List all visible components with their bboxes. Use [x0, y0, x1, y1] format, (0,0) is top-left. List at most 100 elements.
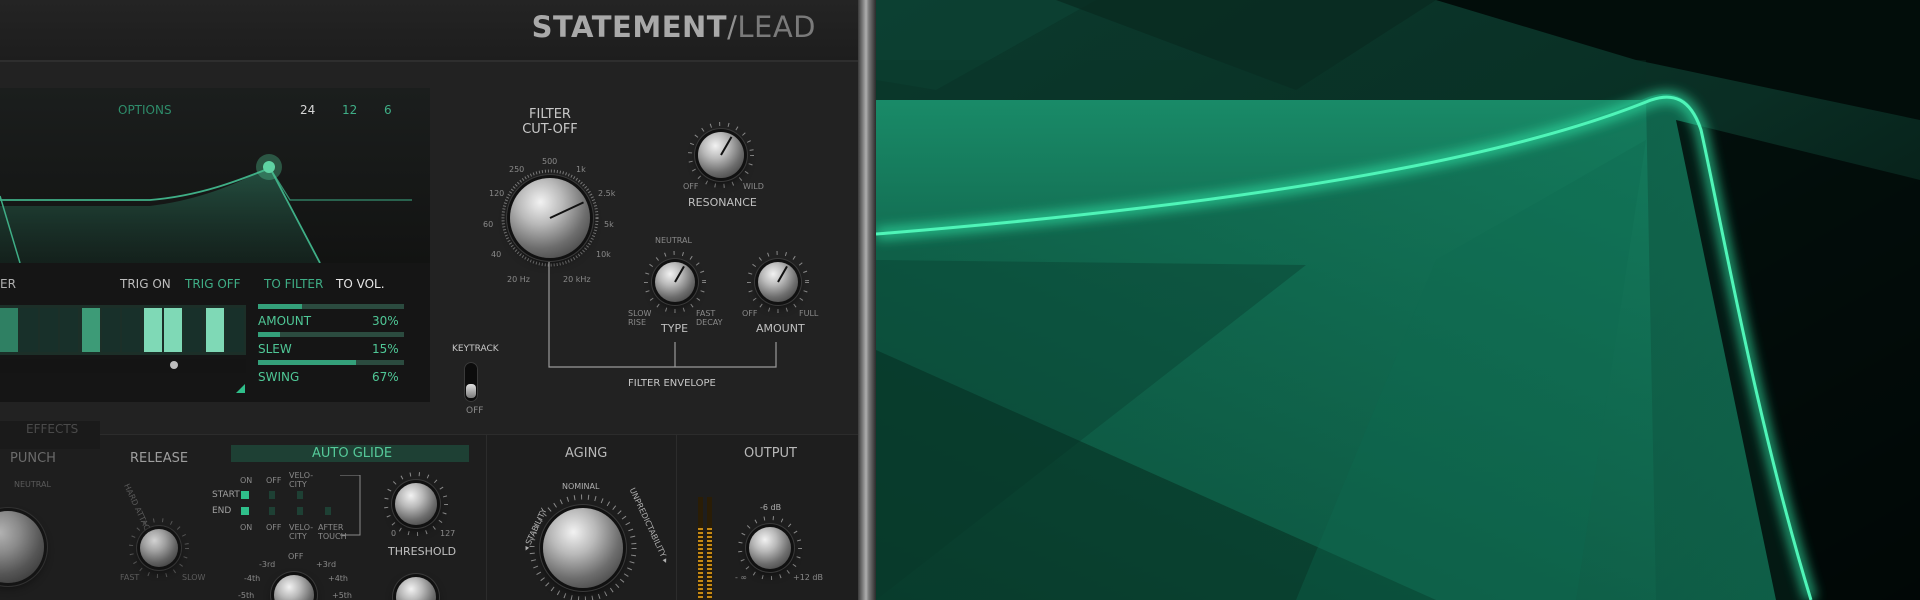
amount-level	[258, 304, 302, 309]
tune-plus4-label: +4th	[328, 574, 348, 583]
tune-plus3-label: +3rd	[316, 560, 337, 569]
cutoff-scale-label: 2.5k	[598, 189, 616, 198]
threshold-knob[interactable]	[395, 483, 437, 525]
brand-product: LEAD	[737, 10, 816, 44]
amount-track[interactable]	[258, 304, 404, 309]
auto-glide-title: AUTO GLIDE	[312, 446, 393, 461]
type-indicator	[674, 265, 686, 283]
glide-end-aftertouch-toggle[interactable]	[325, 507, 331, 515]
plugin-window: STATEMENT/LEAD OPTIONS 24 12 6 ER TRIG O…	[0, 0, 858, 600]
step-bar[interactable]	[144, 308, 162, 352]
tune-plus5-label: +5th	[332, 591, 352, 600]
effects-tab[interactable]: EFFECTS	[26, 422, 78, 436]
glide-on-footer: ON	[240, 523, 253, 532]
amount-indicator	[777, 265, 789, 283]
glide-velocity-footer: VELO-CITY	[289, 523, 314, 541]
panel-divider	[858, 0, 876, 600]
threshold-max-label: 127	[440, 529, 456, 538]
punch-title: PUNCH	[10, 451, 56, 466]
step-bar[interactable]	[226, 308, 244, 352]
type-slow-label: SLOW RISE	[628, 309, 652, 327]
step-bar[interactable]	[20, 308, 38, 352]
swing-label: SWING	[258, 370, 300, 384]
section-divider	[486, 435, 487, 600]
glide-end-off-toggle[interactable]	[269, 507, 275, 515]
rate-24-button[interactable]: 24	[300, 103, 315, 117]
resonance-knob[interactable]	[698, 132, 744, 178]
section-divider	[676, 435, 677, 600]
to-vol-button[interactable]: TO VOL.	[336, 277, 385, 291]
to-filter-button[interactable]: TO FILTER	[264, 277, 323, 291]
slew-track[interactable]	[258, 332, 404, 337]
lfo-graph[interactable]	[0, 88, 430, 264]
keytrack-switch[interactable]	[464, 362, 478, 402]
trig-on-button[interactable]: TRIG ON	[120, 277, 171, 291]
output-meter-right-level	[707, 528, 712, 600]
keytrack-switch-handle[interactable]	[466, 384, 476, 398]
step-sequencer[interactable]	[0, 305, 246, 375]
swing-track[interactable]	[258, 360, 404, 365]
slew-level	[258, 332, 280, 337]
resonance-knob-face	[698, 132, 744, 178]
trig-off-button[interactable]: TRIG OFF	[185, 277, 241, 291]
step-bar[interactable]	[164, 308, 182, 352]
resonance-off-label: OFF	[683, 182, 699, 191]
lfo-handle[interactable]	[263, 161, 275, 173]
release-title: RELEASE	[130, 451, 189, 466]
amount-label: AMOUNT	[258, 314, 312, 328]
lfo-mode-label: ER	[0, 277, 16, 291]
tune-knob[interactable]	[274, 575, 314, 600]
tune-minus5-label: -5th	[238, 591, 255, 600]
resonance-wild-label: WILD	[743, 182, 764, 191]
filter-envelope-label: FILTER ENVELOPE	[628, 378, 716, 389]
rate-12-button[interactable]: 12	[342, 103, 357, 117]
step-bar[interactable]	[40, 308, 58, 352]
cutoff-scale-label: 20 kHz	[563, 275, 591, 284]
aging-knob[interactable]	[543, 508, 623, 588]
cutoff-knob[interactable]	[501, 169, 599, 267]
resize-corner-icon[interactable]	[236, 384, 245, 393]
resonance-indicator	[720, 136, 733, 156]
brand-separator: /	[727, 10, 738, 44]
options-button[interactable]: OPTIONS	[118, 103, 172, 117]
step-bar[interactable]	[122, 308, 140, 352]
step-active-dot[interactable]	[170, 361, 178, 369]
tune-minus3-label: -3rd	[259, 560, 276, 569]
slew-value: 15%	[372, 342, 399, 356]
swing-value: 67%	[372, 370, 399, 384]
glide-end-velocity-toggle[interactable]	[297, 507, 303, 515]
keytrack-state: OFF	[466, 406, 484, 416]
second-knob[interactable]	[396, 577, 436, 600]
glide-start-on-toggle[interactable]	[241, 491, 249, 499]
glide-start-label: START	[212, 490, 240, 500]
envelope-type-knob[interactable]	[655, 262, 695, 302]
envelope-amount-knob[interactable]	[758, 262, 798, 302]
effects-section: EFFECTS PUNCH NEUTRAL HARD ATTACK RELEAS…	[0, 421, 858, 600]
output-knob[interactable]	[749, 527, 791, 569]
filter-title-line1: FILTER	[529, 107, 571, 122]
step-bar[interactable]	[206, 308, 224, 352]
cutoff-indicator	[549, 201, 584, 219]
threshold-min-label: 0	[391, 529, 397, 538]
swing-level	[258, 360, 356, 365]
amount-knob-face	[758, 262, 798, 302]
rate-6-button[interactable]: 6	[384, 103, 392, 117]
punch-neutral-label: NEUTRAL	[14, 480, 51, 489]
punch-knob[interactable]	[0, 511, 44, 583]
glide-end-on-toggle[interactable]	[241, 507, 249, 515]
glide-start-velocity-toggle[interactable]	[297, 491, 303, 499]
brand-logo: STATEMENT/LEAD	[532, 10, 816, 44]
step-bar[interactable]	[102, 308, 120, 352]
step-bar[interactable]	[82, 308, 100, 352]
threshold-label: THRESHOLD	[388, 545, 457, 558]
cutoff-knob-face	[510, 178, 590, 258]
step-bar[interactable]	[60, 308, 78, 352]
amount-off-label: OFF	[742, 309, 758, 318]
release-knob[interactable]	[140, 529, 178, 567]
step-bar[interactable]	[0, 308, 18, 352]
glide-start-off-toggle[interactable]	[269, 491, 275, 499]
output-meter-right	[707, 497, 712, 600]
glide-end-label: END	[212, 506, 232, 516]
tune-minus4-label: -4th	[244, 574, 261, 583]
step-bar[interactable]	[184, 308, 202, 352]
